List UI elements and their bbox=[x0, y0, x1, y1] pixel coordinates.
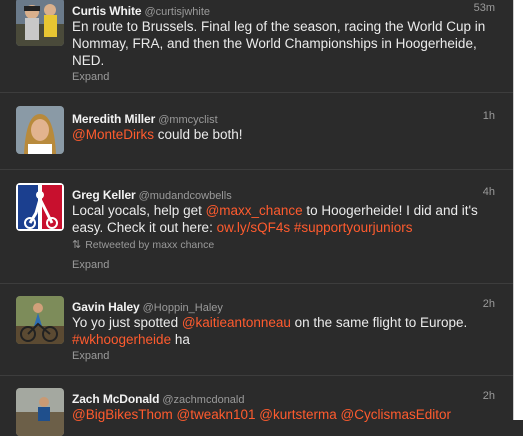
tweet-text: @MonteDirks could be both! bbox=[72, 126, 493, 143]
text-segment: on the same flight to Europe. bbox=[290, 315, 468, 330]
scrollbar[interactable] bbox=[513, 0, 523, 420]
tweet-text: Local yocals, help get @maxx_chance to H… bbox=[72, 202, 493, 236]
expand-link[interactable]: Expand bbox=[72, 71, 109, 83]
cyclists-photo-icon[interactable] bbox=[16, 0, 64, 46]
tweet-item[interactable]: Curtis White @curtisjwhite 53m En route t… bbox=[0, 0, 513, 93]
timestamp[interactable]: 2h bbox=[483, 298, 495, 310]
tweet-feed: Curtis White @curtisjwhite 53m En route t… bbox=[0, 0, 513, 436]
tweet-text: En route to Brussels. Final leg of the s… bbox=[72, 18, 493, 69]
portrait-photo-icon[interactable] bbox=[16, 106, 64, 154]
text-segment: ha bbox=[171, 332, 190, 347]
tweet-item[interactable]: Greg Keller @mudandcowbells 4h Local yoca… bbox=[0, 170, 513, 284]
hashtag-link[interactable]: #wkhoogerheide bbox=[72, 332, 171, 347]
rider-photo-icon[interactable] bbox=[16, 296, 64, 344]
tweet-item[interactable]: Zach McDonald @zachmcdonald 2h @BigBikesT… bbox=[0, 376, 513, 436]
mention-link[interactable]: @maxx_chance bbox=[206, 203, 303, 218]
timestamp[interactable]: 4h bbox=[483, 186, 495, 198]
author-handle[interactable]: @curtisjwhite bbox=[144, 6, 210, 18]
timestamp[interactable]: 2h bbox=[483, 390, 495, 402]
mention-link[interactable]: @MonteDirks bbox=[72, 127, 154, 142]
hashtag-link[interactable]: #supportyourjuniors bbox=[294, 220, 413, 235]
retweeted-by: ⇅ Retweeted by maxx chance bbox=[72, 238, 214, 252]
author-handle[interactable]: @zachmcdonald bbox=[162, 394, 244, 406]
author-name[interactable]: Gavin Haley bbox=[72, 300, 140, 314]
author-handle[interactable]: @mudandcowbells bbox=[139, 190, 232, 202]
author-handle[interactable]: @mmcyclist bbox=[158, 114, 217, 126]
author-name[interactable]: Zach McDonald bbox=[72, 392, 159, 406]
text-segment: Local yocals, help get bbox=[72, 203, 206, 218]
expand-link[interactable]: Expand bbox=[72, 350, 109, 362]
tweet-item[interactable]: Meredith Miller @mmcyclist 1h @MonteDirks… bbox=[0, 93, 513, 170]
timestamp[interactable]: 53m bbox=[474, 2, 495, 14]
author-name[interactable]: Meredith Miller bbox=[72, 112, 155, 126]
text-segment: En route to Brussels. Final leg of the s… bbox=[72, 19, 486, 68]
cyclocross-logo-icon[interactable] bbox=[16, 183, 64, 231]
tweet-text: @BigBikesThom @tweakn101 @kurtsterma @Cy… bbox=[72, 406, 493, 423]
author-name[interactable]: Greg Keller bbox=[72, 188, 136, 202]
text-segment: could be both! bbox=[153, 127, 243, 142]
text-segment: Yo yo just spotted bbox=[72, 315, 182, 330]
tweet-item[interactable]: Gavin Haley @Hoppin_Haley 2h Yo yo just s… bbox=[0, 284, 513, 376]
author-name[interactable]: Curtis White bbox=[72, 4, 142, 18]
expand-link[interactable]: Expand bbox=[72, 259, 109, 271]
mention-link[interactable]: @kaitieantonneau bbox=[182, 315, 291, 330]
race-photo-icon[interactable] bbox=[16, 388, 64, 436]
timestamp[interactable]: 1h bbox=[483, 110, 495, 122]
url-link[interactable]: ow.ly/sQF4s bbox=[217, 220, 291, 235]
retweet-icon: ⇅ bbox=[72, 239, 82, 251]
tweet-text: Yo yo just spotted @kaitieantonneau on t… bbox=[72, 314, 493, 348]
retweet-label[interactable]: Retweeted by maxx chance bbox=[85, 239, 214, 251]
author-handle[interactable]: @Hoppin_Haley bbox=[143, 302, 223, 314]
